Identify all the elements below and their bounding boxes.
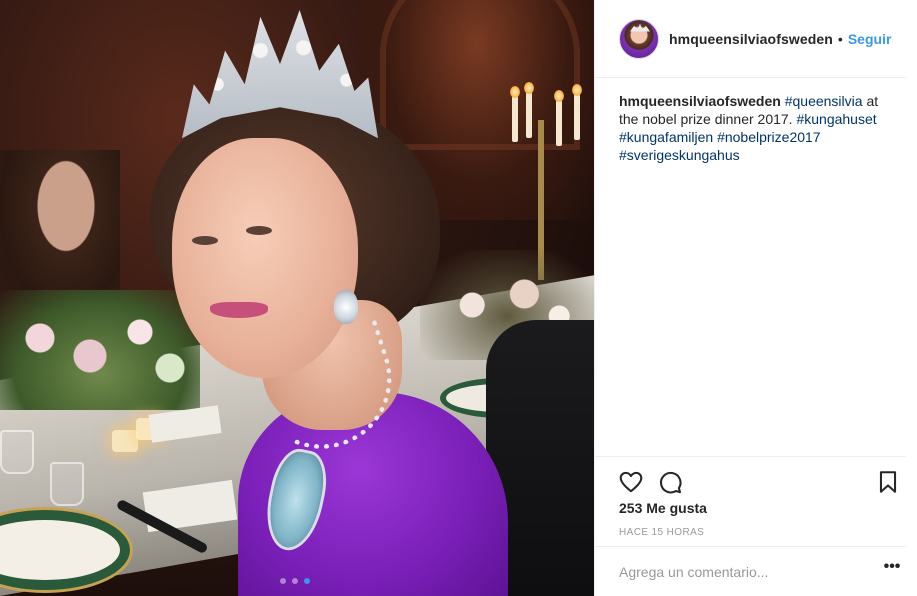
eye [246,226,272,235]
hashtag-link[interactable]: #kungafamiljen [619,129,713,145]
hall-arch [380,0,580,150]
post-photo[interactable] [0,0,594,596]
wine-glass [0,430,34,474]
lips [210,302,268,318]
hashtag-link[interactable]: #nobelprize2017 [717,129,821,145]
candle [554,90,564,146]
post-caption: hmqueensilviaofsweden #queensilvia at th… [619,92,889,164]
follow-button[interactable]: Seguir [848,31,892,47]
instagram-post: hmqueensilviaofsweden • Seguir hmqueensi… [0,0,917,596]
eye [192,236,218,245]
carousel-dot[interactable] [280,578,286,584]
action-bar [595,456,906,506]
hashtag-link[interactable]: #sverigeskungahus [619,147,740,163]
author-username[interactable]: hmqueensilviaofsweden [669,31,833,47]
post-side-panel: hmqueensilviaofsweden • Seguir hmqueensi… [594,0,917,596]
carousel-dot-active[interactable] [304,578,310,584]
post-header: hmqueensilviaofsweden • Seguir [595,0,906,78]
avatar[interactable] [619,18,659,59]
heart-icon[interactable] [618,469,644,495]
separator-dot: • [837,30,843,47]
ellipsis-icon[interactable]: ••• [882,559,902,581]
candle [572,84,582,140]
hashtag-link[interactable]: #kungahuset [796,111,876,127]
guest-background [0,150,120,310]
carousel-dot[interactable] [292,578,298,584]
wine-glass [50,462,84,506]
like-count[interactable]: 253 Me gusta [619,500,707,516]
comment-icon[interactable] [657,469,683,495]
diamond-earring [334,290,358,324]
candle [524,82,534,138]
comment-input[interactable] [619,563,859,581]
bookmark-icon[interactable] [875,469,901,495]
comment-bar: ••• [595,546,906,596]
flower-arrangement [0,290,200,410]
caption-username[interactable]: hmqueensilviaofsweden [619,93,781,109]
tealight-candle [112,430,138,452]
candle [510,86,520,142]
post-timestamp[interactable]: HACE 15 HORAS [619,527,704,538]
hashtag-link[interactable]: #queensilvia [785,93,863,109]
carousel-indicator [280,578,310,584]
